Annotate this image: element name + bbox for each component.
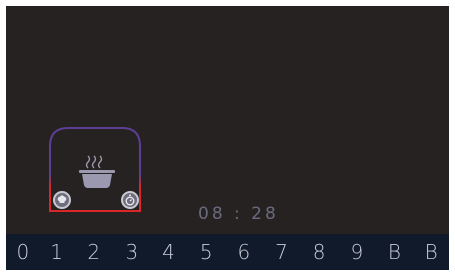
power-level-0[interactable]: 0 <box>6 240 40 264</box>
power-level-6[interactable]: 6 <box>225 240 263 264</box>
timer-readout: 08 : 28 <box>198 204 279 224</box>
boost-plus-label: B <box>424 240 438 264</box>
hob-display: 08 : 28 0 1 2 3 4 5 6 7 8 9 B B2 <box>6 6 449 270</box>
chef-hat-icon[interactable] <box>53 191 71 209</box>
power-level-9[interactable]: 9 <box>338 240 376 264</box>
power-level-boost-plus[interactable]: B2 <box>413 240 449 264</box>
power-level-1[interactable]: 1 <box>40 240 74 264</box>
power-level-boost[interactable]: B <box>376 240 414 264</box>
cooking-zone-tile[interactable] <box>48 126 142 216</box>
power-level-3[interactable]: 3 <box>114 240 150 264</box>
power-level-5[interactable]: 5 <box>187 240 225 264</box>
power-level-bar: 0 1 2 3 4 5 6 7 8 9 B B2 <box>6 234 449 270</box>
power-level-7[interactable]: 7 <box>263 240 301 264</box>
stopwatch-icon[interactable] <box>121 191 139 209</box>
power-level-8[interactable]: 8 <box>300 240 338 264</box>
power-level-2[interactable]: 2 <box>73 240 114 264</box>
power-level-4[interactable]: 4 <box>150 240 188 264</box>
